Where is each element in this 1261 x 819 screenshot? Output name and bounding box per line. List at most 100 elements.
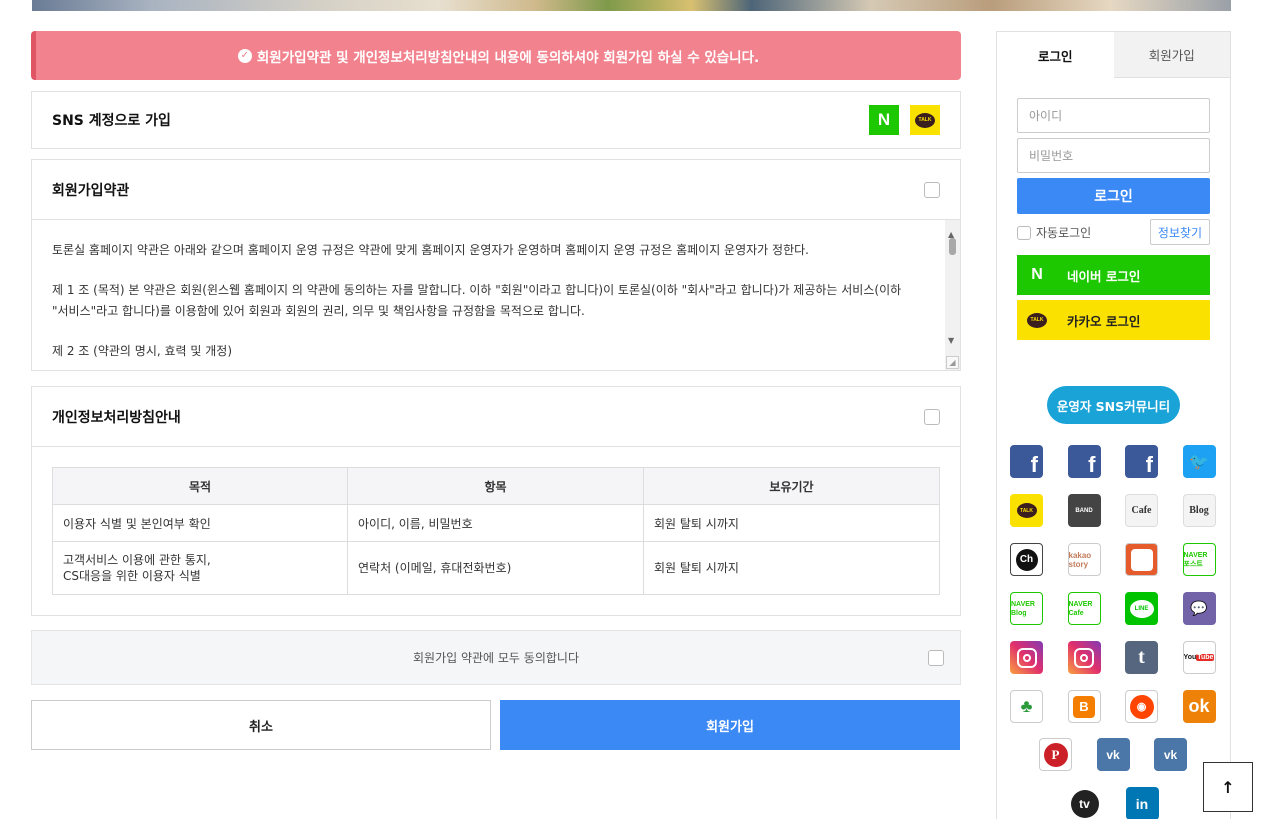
mascot-icon[interactable]: ♣	[1010, 690, 1043, 723]
twitter-glyph: 🐦	[1189, 453, 1209, 471]
reddit-icon[interactable]: ◉	[1125, 690, 1158, 723]
auto-login-label: 자동로그인	[1036, 226, 1092, 240]
terms-textarea[interactable]: 토론실 홈페이지 약관은 아래와 같으며 홈페이지 운영 규정은 약관에 맞게 …	[32, 219, 960, 370]
terms-scrollbar[interactable]: ▲ ▼	[945, 220, 960, 370]
vk-icon[interactable]: vk	[1154, 738, 1187, 771]
privacy-panel: 개인정보처리방침안내 목적 항목 보유기간 이용자 식별 및 본인여부 확인 아…	[31, 386, 961, 616]
agree-all-label: 회원가입 약관에 모두 동의합니다	[412, 651, 579, 665]
naver-cafe-glyph: NAVER Cafe	[1068, 600, 1093, 617]
dots-glyph	[1130, 548, 1153, 571]
tab-signup[interactable]: 회원가입	[1113, 32, 1230, 78]
dots-icon[interactable]	[1125, 543, 1158, 576]
blogger-icon[interactable]: B	[1067, 690, 1101, 723]
daum-cafe-glyph: Cafe	[1131, 505, 1152, 516]
linkedin-glyph: in	[1135, 795, 1149, 812]
daum-blog-icon[interactable]: Blog	[1182, 494, 1216, 527]
arrow-up-icon: ↑	[1221, 777, 1235, 797]
sns-icon-row: Pvk vk	[1039, 738, 1187, 771]
agree-all-checkbox[interactable]	[928, 650, 944, 666]
tumblr-glyph: t	[1138, 646, 1145, 668]
linkedin-icon[interactable]: in	[1125, 787, 1159, 819]
tumblr-icon[interactable]: t	[1125, 641, 1158, 674]
sns-icon-grid: f f f 🐦 TALK BAND Cafe Blog Ch kakao story NAVER 포…	[1010, 445, 1222, 723]
naver-cafe-icon[interactable]: NAVER Cafe	[1067, 592, 1101, 625]
naver-post-icon[interactable]: NAVER 포스트	[1182, 543, 1216, 576]
kakao-channel-icon[interactable]: Ch	[1010, 543, 1043, 576]
agree-all-bar[interactable]: 회원가입 약관에 모두 동의합니다	[31, 630, 961, 685]
line-icon[interactable]: LINE	[1125, 592, 1158, 625]
table-row: 고객서비스 이용에 관한 통지, CS대응을 위한 이용자 식별 연락처 (이메…	[52, 541, 940, 595]
kakao-channel-glyph: Ch	[1015, 548, 1038, 571]
instagram-icon[interactable]	[1010, 641, 1043, 674]
facebook-icon[interactable]: f	[1125, 445, 1158, 478]
youtube-glyph: YouTube	[1183, 654, 1215, 661]
daum-blog-glyph: Blog	[1189, 505, 1209, 516]
kakaotalk-icon[interactable]: TALK	[1010, 494, 1043, 527]
odnoklassniki-icon[interactable]: ok	[1182, 690, 1216, 723]
tv-icon[interactable]: tv	[1068, 787, 1101, 819]
sns-icon-row: tv in	[1068, 787, 1159, 819]
daum-cafe-icon[interactable]: Cafe	[1125, 494, 1158, 527]
tv-glyph: tv	[1070, 789, 1099, 818]
table-cell: 아이디, 이름, 비밀번호	[347, 504, 644, 542]
naver-signup-icon[interactable]: N	[869, 105, 899, 135]
line-glyph: LINE	[1129, 599, 1154, 618]
resize-handle-icon[interactable]: ◢	[946, 356, 959, 369]
chat-icon[interactable]: 💬	[1182, 592, 1216, 625]
odnoklassniki-glyph: ok	[1188, 696, 1210, 716]
mascot-glyph: ♣	[1020, 696, 1033, 716]
find-info-button[interactable]: 정보찾기	[1150, 219, 1210, 245]
kakao-glyph: TALK	[915, 112, 935, 128]
scroll-down-arrow-icon[interactable]: ▼	[948, 330, 954, 351]
vk-glyph: vk	[1163, 747, 1178, 762]
table-cell: 고객서비스 이용에 관한 통지, CS대응을 위한 이용자 식별	[52, 541, 348, 595]
sns-signup-title: SNS 계정으로 가입	[52, 113, 171, 129]
kakao-login-button[interactable]: TALK 카카오 로그인	[1017, 300, 1210, 340]
kakao-story-icon[interactable]: kakao story	[1067, 543, 1101, 576]
tab-login[interactable]: 로그인	[997, 32, 1114, 78]
auto-login-checkbox[interactable]	[1017, 225, 1031, 240]
instagram-icon[interactable]	[1067, 641, 1101, 674]
sns-community-sidebar: 운영자 SNS커뮤니티 f f f 🐦 TALK BAND Cafe Blog Ch kakao …	[996, 364, 1231, 819]
instagram-glyph	[1016, 647, 1037, 668]
password-input[interactable]: 비밀번호	[1017, 138, 1210, 173]
join-button[interactable]: 회원가입	[500, 700, 960, 750]
table-cell: 회원 탈퇴 시까지	[643, 504, 940, 542]
naver-post-glyph: NAVER 포스트	[1183, 551, 1208, 568]
facebook-glyph: f	[1088, 452, 1096, 477]
vk-icon[interactable]: vk	[1096, 738, 1130, 771]
kakao-story-glyph: kakao story	[1068, 550, 1092, 569]
table-cell: 이용자 식별 및 본인여부 확인	[52, 504, 348, 542]
naver-blog-icon[interactable]: NAVER Blog	[1010, 592, 1043, 625]
chat-glyph: 💬	[1190, 600, 1208, 616]
kakao-signup-icon[interactable]: TALK	[910, 105, 940, 135]
twitter-icon[interactable]: 🐦	[1182, 445, 1216, 478]
pinterest-icon[interactable]: P	[1039, 738, 1072, 771]
id-input[interactable]: 아이디	[1017, 98, 1210, 133]
naver-login-label: 네이버 로그인	[1067, 268, 1141, 284]
youtube-icon[interactable]: YouTube	[1182, 641, 1216, 674]
scroll-to-top-button[interactable]: ↑	[1203, 762, 1253, 812]
privacy-agree-checkbox[interactable]	[924, 408, 940, 425]
facebook-icon[interactable]: f	[1010, 445, 1043, 478]
naver-glyph: N	[877, 110, 891, 129]
scroll-thumb[interactable]	[949, 238, 956, 255]
cancel-button[interactable]: 취소	[31, 700, 491, 750]
terms-agree-checkbox[interactable]	[924, 181, 940, 198]
facebook-icon[interactable]: f	[1067, 445, 1101, 478]
band-icon[interactable]: BAND	[1067, 494, 1101, 527]
terms-paragraph: 토론실 홈페이지 약관은 아래와 같으며 홈페이지 운영 규정은 약관에 맞게 …	[52, 243, 809, 257]
sns-community-button[interactable]: 운영자 SNS커뮤니티	[1047, 386, 1180, 424]
terms-paragraph: 제 1 조 (목적) 본 약관은 회원(윈스웹 홈페이지 의 약관에 동의하는 …	[52, 283, 902, 318]
vk-glyph: vk	[1106, 747, 1120, 762]
table-cell: 연락처 (이메일, 휴대전화번호)	[347, 541, 644, 595]
privacy-title: 개인정보처리방침안내	[52, 409, 181, 426]
table-header: 항목	[347, 467, 644, 505]
naver-login-button[interactable]: N 네이버 로그인	[1017, 255, 1210, 295]
kakao-icon: TALK	[1017, 312, 1057, 328]
kakao-login-label: 카카오 로그인	[1067, 313, 1141, 329]
alert-text: 회원가입약관 및 개인정보처리방침안내의 내용에 동의하셔야 회원가입 하실 수…	[256, 49, 760, 66]
table-header: 보유기간	[643, 467, 940, 505]
auto-login-toggle[interactable]: 자동로그인	[1017, 224, 1091, 241]
login-button[interactable]: 로그인	[1017, 178, 1210, 214]
